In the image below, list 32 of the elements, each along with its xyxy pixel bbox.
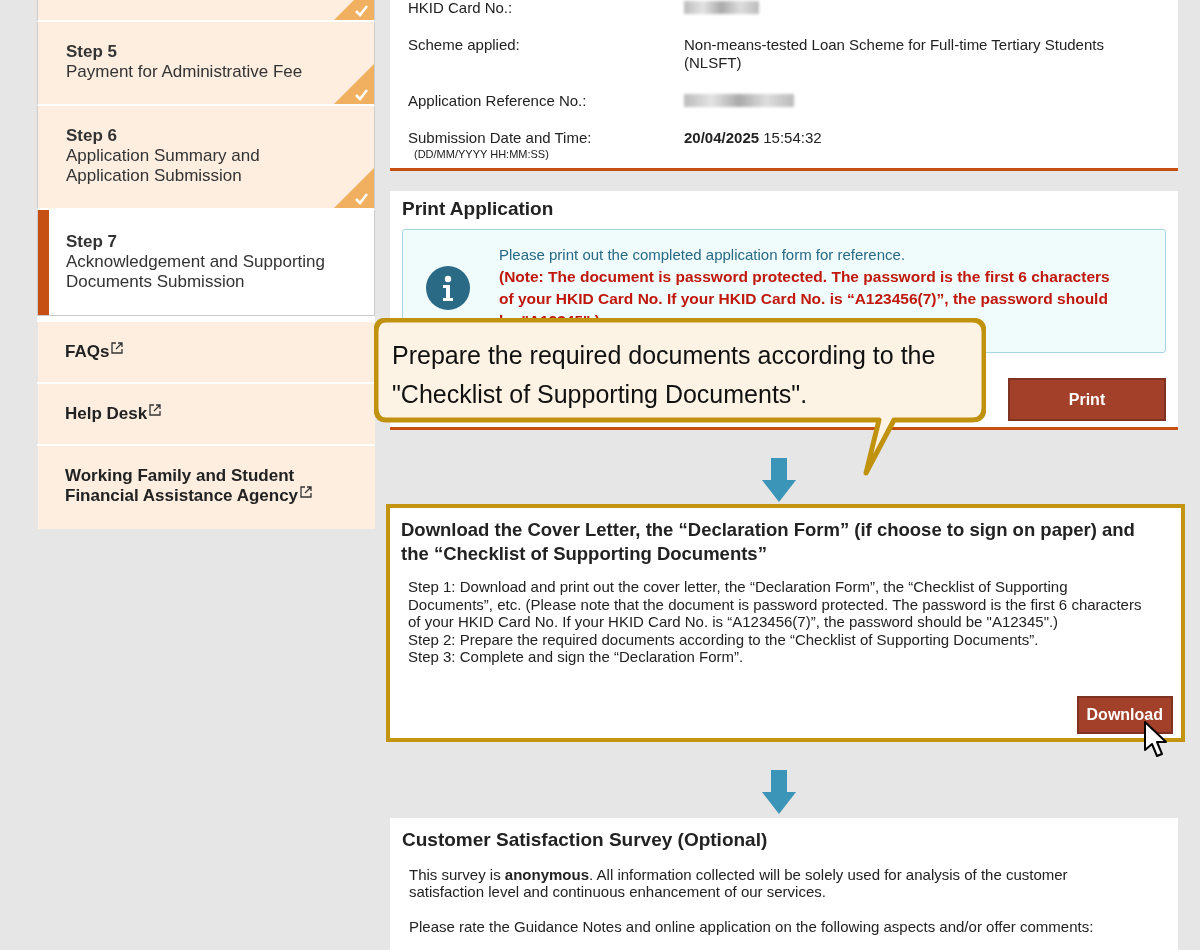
field-value: 20/04/2025 15:54:32 bbox=[684, 129, 823, 148]
callout-text: Prepare the required documents according to the "Checklist of Supporting Documents". bbox=[392, 340, 937, 410]
panel-title: Customer Satisfaction Survey (Optional) bbox=[402, 827, 769, 852]
panel-title: Download the Cover Letter, the “Declaration Form” (if choose to sign on paper) and the “Checklist of Supporting Documents” bbox=[401, 518, 1136, 566]
print-button[interactable]: Print bbox=[1008, 378, 1166, 421]
survey-text: This survey is anonymous. All information collected will be solely used for analysis of the customer satisfaction level and continuous enhancement of our services. bbox=[409, 865, 1069, 901]
step-item[interactable]: Step 7 Acknowledgement and Supporting Documents Submission bbox=[37, 210, 375, 316]
field-label: HKID Card No.: bbox=[408, 0, 514, 16]
external-link-icon bbox=[300, 486, 313, 498]
sidebar-link[interactable]: FAQs bbox=[37, 322, 375, 382]
field-label: Application Reference No.: bbox=[408, 92, 588, 109]
field-label: Submission Date and Time: bbox=[408, 129, 593, 146]
field-value: Non-means-tested Loan Scheme for Full-time Tertiary Students (NLSFT) bbox=[684, 36, 1105, 72]
survey-text: Please rate the Guidance Notes and online application on the following aspects and/or offer comments: bbox=[409, 917, 1095, 935]
sidebar-link[interactable]: Working Family and Student Financial Assistance Agency bbox=[37, 446, 375, 529]
instruction-text: Step 2: Prepare the required documents according to the “Checklist of Supporting Documents”. bbox=[408, 630, 1040, 648]
external-link-icon bbox=[111, 342, 124, 354]
field-label: Scheme applied: bbox=[408, 36, 521, 53]
external-link-icon bbox=[149, 404, 162, 416]
down-arrow-icon bbox=[762, 458, 796, 502]
download-button[interactable]: Download bbox=[1076, 695, 1173, 734]
step-item[interactable]: Step 5 Payment for Administrative Fee bbox=[37, 22, 375, 106]
step-item[interactable] bbox=[37, 0, 375, 22]
info-icon bbox=[425, 265, 471, 311]
format-hint: (DD/MM/YYYY HH:MM:SS) bbox=[414, 148, 550, 160]
sidebar-link[interactable]: Help Desk bbox=[37, 384, 375, 444]
step-item[interactable]: Step 6 Application Summary and Application Submission bbox=[37, 106, 375, 210]
panel-title: Print Application bbox=[402, 197, 555, 221]
down-arrow-icon bbox=[762, 769, 796, 814]
instruction-text: Step 1: Download and print out the cover letter, the “Declaration Form”, the “Checklist of Supporting Documents”, etc. (Please note that the document is password protected. The password is the first 6 characters of your HKID Card No. If your HKID Card No. is “A123456(7)”, the password should be "A12345".) bbox=[408, 578, 1143, 631]
info-text: Please print out the completed application form for reference. bbox=[499, 245, 907, 265]
instruction-text: Step 3: Complete and sign the “Declaration Form”. bbox=[408, 648, 745, 666]
